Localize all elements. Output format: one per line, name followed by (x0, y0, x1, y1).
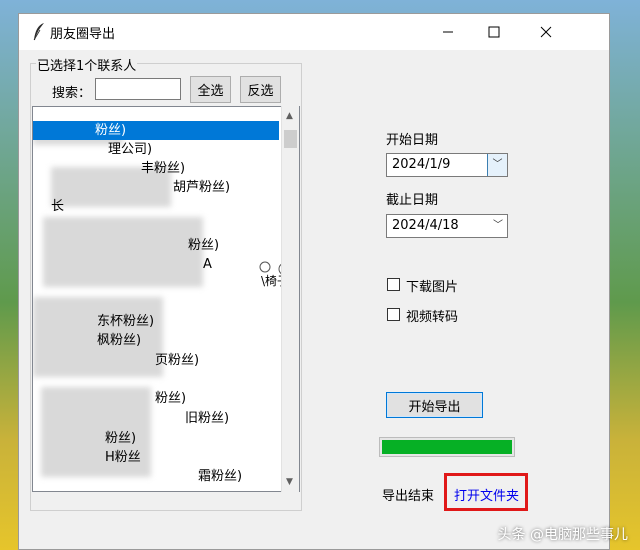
list-item[interactable]: 粉丝) (155, 389, 186, 408)
search-label: 搜索： (52, 86, 92, 101)
end-date-label: 截止日期 (386, 193, 439, 208)
start-date-value: 2024/1/9 (392, 157, 451, 172)
end-date-picker[interactable]: 2024/4/18 ﹀ (386, 214, 508, 238)
progress-fill (382, 440, 512, 454)
start-date-label: 开始日期 (386, 133, 439, 148)
selected-count-label: 已选择1个联系人 (36, 55, 138, 74)
blurred-name (43, 217, 203, 287)
list-item[interactable]: 理公司) (108, 140, 152, 159)
maximize-icon (488, 26, 500, 38)
list-item[interactable]: H粉丝 (105, 448, 141, 467)
feather-icon (33, 23, 44, 41)
close-button[interactable] (523, 14, 569, 50)
window-title: 朋友圈导出 (50, 27, 116, 42)
video-transcode-label: 视频转码 (406, 310, 459, 325)
list-item[interactable]: 东杯粉丝) (97, 312, 154, 331)
download-images-label: 下载图片 (406, 280, 459, 295)
list-item[interactable]: A (203, 255, 212, 274)
end-date-value: 2024/4/18 (392, 218, 459, 233)
list-item[interactable]: 胡芦粉丝) (173, 178, 230, 197)
list-item[interactable]: 粉丝) (188, 236, 219, 255)
list-item[interactable]: 霜粉丝) (198, 467, 242, 486)
export-progress-bar (379, 437, 515, 457)
list-scrollbar[interactable]: ▲ ▼ (281, 106, 299, 492)
contact-list[interactable]: 粉丝) 理公司) 丰粉丝) 胡芦粉丝) 长 粉丝) A \椅子 东杯粉丝) 枫粉… (32, 106, 300, 492)
watermark: 头条 @电脑那些事儿 (497, 527, 628, 543)
list-item[interactable]: 丰粉丝) (141, 159, 185, 178)
start-date-picker[interactable]: 2024/1/9 ﹀ (386, 153, 508, 177)
video-transcode-checkbox[interactable] (387, 308, 400, 321)
list-item[interactable]: 旧粉丝) (185, 409, 229, 428)
title-bar[interactable]: 朋友圈导出 (19, 14, 609, 50)
export-status: 导出结束 (382, 489, 435, 504)
list-item[interactable]: 枫粉丝) (97, 331, 141, 350)
search-input[interactable] (95, 78, 181, 100)
list-item[interactable]: 粉丝) (33, 121, 279, 140)
scroll-down-icon[interactable]: ▼ (286, 477, 293, 487)
download-images-checkbox[interactable] (387, 278, 400, 291)
scroll-thumb[interactable] (284, 130, 297, 148)
invert-selection-button[interactable]: 反选 (240, 76, 281, 103)
list-item[interactable]: 页粉丝) (155, 351, 199, 370)
select-all-button[interactable]: 全选 (190, 76, 231, 103)
chevron-down-icon[interactable]: ﹀ (493, 215, 503, 237)
list-item[interactable]: 长 (51, 197, 64, 216)
close-icon (540, 26, 552, 38)
chevron-down-icon[interactable]: ﹀ (487, 154, 507, 176)
highlight-box (444, 473, 528, 511)
list-item[interactable]: 粉丝) (105, 429, 136, 448)
start-export-button[interactable]: 开始导出 (386, 392, 483, 418)
minimize-icon (443, 31, 453, 33)
maximize-button[interactable] (471, 14, 517, 50)
scroll-up-icon[interactable]: ▲ (286, 111, 293, 121)
minimize-button[interactable] (425, 14, 471, 50)
